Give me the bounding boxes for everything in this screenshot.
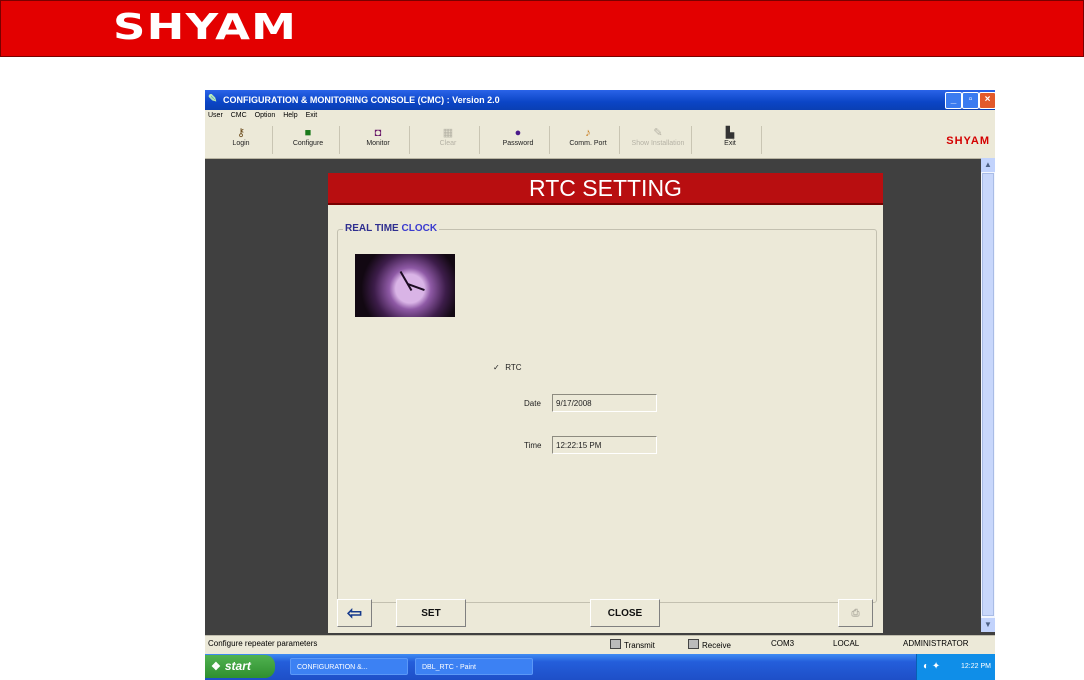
group-title-part2: CLOCK — [401, 223, 438, 234]
checkmark-icon: ✓ — [493, 363, 500, 372]
close-button[interactable]: CLOSE — [590, 599, 660, 627]
window-title: CONFIGURATION & MONITORING CONSOLE (CMC)… — [223, 95, 500, 105]
monitor-button[interactable]: ◘ Monitor — [347, 126, 410, 154]
date-label: Date — [524, 399, 541, 408]
comm-port-button[interactable]: ♪ Comm. Port — [557, 126, 620, 154]
configure-label: Configure — [292, 140, 324, 147]
rtc-setting-dialog: RTC SETTING REAL TIME CLOCK ✓ RTC Date 9… — [328, 173, 883, 633]
windows-flag-icon: ❖ — [211, 661, 221, 673]
login-label: Login — [232, 140, 250, 147]
login-button[interactable]: ⚷ Login — [210, 126, 273, 154]
clear-icon: ▦ — [442, 127, 454, 139]
app-icon: ✎ — [208, 93, 218, 105]
installation-icon: ✎ — [653, 127, 663, 139]
time-label: Time — [524, 441, 542, 450]
set-button[interactable]: SET — [396, 599, 466, 627]
close-window-button[interactable]: × — [979, 92, 995, 109]
login-icon: ⚷ — [236, 127, 246, 139]
system-tray: ◐ ✦ 12:22 PM — [916, 654, 995, 680]
menu-bar: User CMC Option Help Exit — [205, 110, 995, 122]
exit-icon: ▙ — [725, 127, 735, 139]
password-button[interactable]: ● Password — [487, 126, 550, 154]
transmit-label: Transmit — [624, 641, 655, 650]
rtc-checkbox[interactable]: ✓ RTC — [493, 363, 522, 372]
configure-button[interactable]: ■ Configure — [277, 126, 340, 154]
scroll-up-icon[interactable]: ▲ — [981, 158, 995, 172]
receive-icon — [688, 639, 699, 649]
user-status: ADMINISTRATOR — [903, 639, 969, 648]
transmit-icon — [610, 639, 621, 649]
taskbar-item-paint[interactable]: DBL_RTC - Paint — [415, 658, 533, 675]
menu-user[interactable]: User — [208, 112, 223, 119]
comm-port-label: Comm. Port — [569, 140, 607, 147]
taskbar: ❖ start CONFIGURATION &... DBL_RTC - Pain… — [205, 654, 995, 680]
tray-icons[interactable]: ◐ ✦ — [923, 661, 940, 672]
scroll-thumb[interactable] — [982, 173, 994, 616]
window-titlebar[interactable]: ✎ CONFIGURATION & MONITORING CONSOLE (CM… — [205, 90, 995, 110]
print-icon: ⎙ — [851, 608, 860, 619]
rtc-checkbox-label: RTC — [505, 363, 522, 372]
port-status: COM3 — [771, 639, 795, 648]
status-bar: Configure repeater parameters Transmit R… — [205, 635, 995, 654]
clear-button[interactable]: ▦ Clear — [417, 126, 480, 154]
monitor-icon: ◘ — [374, 127, 382, 139]
receive-indicator: Receive — [688, 639, 731, 650]
shyam-logo: SHYAM — [113, 7, 298, 48]
configure-icon: ■ — [304, 127, 312, 139]
back-arrow-icon: ⇦ — [346, 603, 363, 623]
receive-label: Receive — [702, 641, 731, 650]
print-button[interactable]: ⎙ — [838, 599, 873, 627]
show-installation-button[interactable]: ✎ Show Installation — [625, 126, 692, 154]
mode-status: LOCAL — [833, 639, 860, 648]
back-button[interactable]: ⇦ — [337, 599, 372, 627]
toolbar: ⚷ Login ■ Configure ◘ Monitor ▦ Clear ● … — [205, 122, 995, 159]
scroll-down-icon[interactable]: ▼ — [981, 618, 995, 632]
status-message: Configure repeater parameters — [208, 639, 318, 648]
menu-exit[interactable]: Exit — [306, 112, 318, 119]
clock-image — [355, 254, 455, 317]
group-title: REAL TIME CLOCK — [343, 223, 440, 234]
exit-button[interactable]: ▙ Exit — [699, 126, 762, 154]
password-label: Password — [502, 140, 534, 147]
brand-banner: SHYAM — [0, 0, 1084, 57]
clear-label: Clear — [439, 140, 457, 147]
tray-clock: 12:22 PM — [961, 663, 991, 670]
monitor-label: Monitor — [366, 140, 390, 147]
clock-hand — [399, 270, 413, 292]
start-button[interactable]: ❖ start — [205, 655, 275, 678]
menu-help[interactable]: Help — [283, 112, 297, 119]
menu-cmc[interactable]: CMC — [231, 112, 247, 119]
transmit-indicator: Transmit — [610, 639, 655, 650]
minimize-button[interactable]: _ — [945, 92, 962, 109]
vertical-scrollbar[interactable]: ▲ ▼ — [981, 158, 995, 632]
app-window: ✎ CONFIGURATION & MONITORING CONSOLE (CM… — [205, 90, 995, 680]
dialog-title: RTC SETTING — [328, 173, 883, 205]
menu-option[interactable]: Option — [255, 112, 276, 119]
group-title-part1: REAL TIME — [345, 223, 399, 234]
password-icon: ● — [514, 127, 522, 139]
time-field[interactable]: 12:22:15 PM — [552, 436, 657, 454]
date-field[interactable]: 9/17/2008 — [552, 394, 657, 412]
comm-port-icon: ♪ — [585, 127, 591, 139]
maximize-button[interactable]: ▫ — [962, 92, 979, 109]
taskbar-item-cmc[interactable]: CONFIGURATION &... — [290, 658, 408, 675]
toolbar-brand-logo: SHYAM — [946, 135, 990, 147]
start-label: start — [224, 659, 251, 673]
show-installation-label: Show Installation — [631, 140, 685, 147]
exit-label: Exit — [724, 140, 736, 147]
